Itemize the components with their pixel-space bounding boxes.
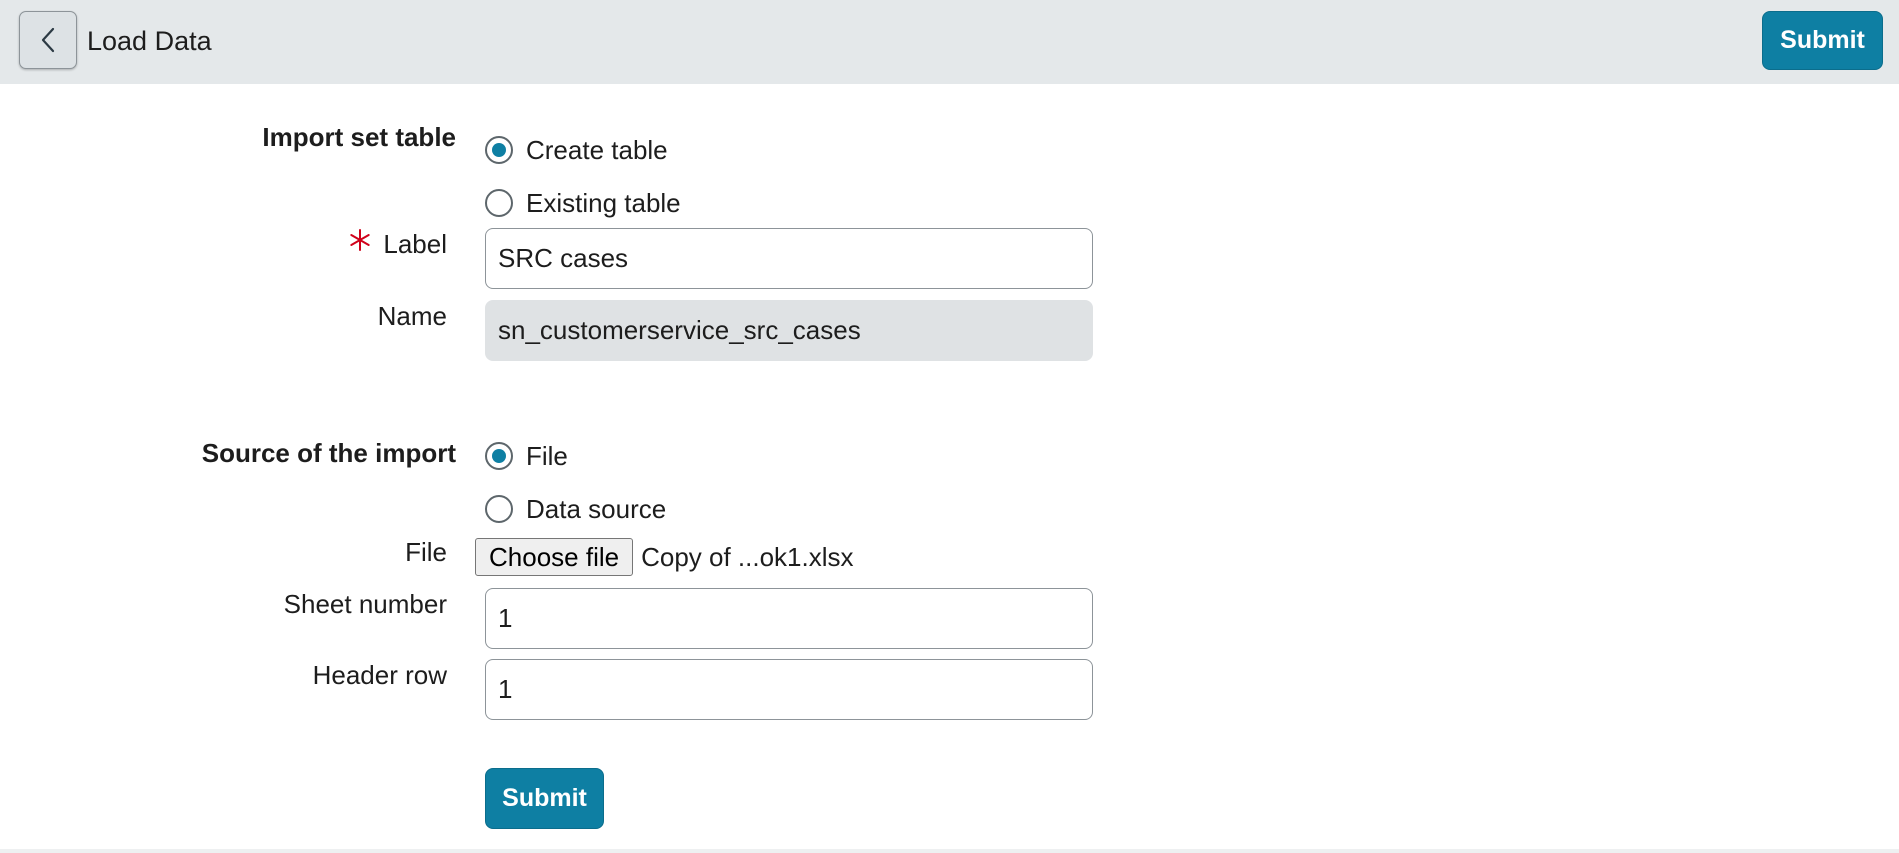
header-row-input[interactable]: 1 bbox=[485, 659, 1093, 720]
file-field-label: File bbox=[405, 537, 447, 567]
bottom-divider bbox=[0, 849, 1899, 853]
header-row-label: Header row bbox=[312, 660, 447, 690]
radio-file-label: File bbox=[526, 441, 568, 471]
name-input: sn_customerservice_src_cases bbox=[485, 300, 1093, 361]
required-asterisk-icon bbox=[350, 229, 370, 251]
source-of-import-label: Source of the import bbox=[201, 438, 456, 468]
label-input[interactable]: SRC cases bbox=[485, 228, 1093, 289]
selected-file-name: Copy of ...ok1.xlsx bbox=[641, 541, 854, 572]
radio-existing-table-label: Existing table bbox=[526, 188, 681, 218]
radio-button-unchecked[interactable] bbox=[485, 495, 513, 523]
form-submit-button[interactable]: Submit bbox=[485, 768, 604, 829]
choose-file-button[interactable]: Choose file bbox=[475, 538, 634, 576]
page-header: Load Data Submit bbox=[0, 0, 1899, 84]
radio-create-table[interactable]: Create table bbox=[485, 134, 668, 166]
import-set-table-label: Import set table bbox=[262, 122, 456, 152]
radio-data-source[interactable]: Data source bbox=[485, 493, 666, 525]
radio-file[interactable]: File bbox=[485, 440, 568, 472]
radio-existing-table[interactable]: Existing table bbox=[485, 187, 681, 219]
page-title: Load Data bbox=[87, 26, 212, 56]
radio-data-source-label: Data source bbox=[526, 494, 667, 524]
radio-button-checked[interactable] bbox=[485, 442, 513, 470]
label-field-label: Label bbox=[383, 229, 447, 259]
sheet-number-input[interactable]: 1 bbox=[485, 588, 1093, 649]
back-button[interactable] bbox=[19, 11, 77, 69]
file-picker: Choose file Copy of ...ok1.xlsx bbox=[475, 538, 854, 576]
radio-button-checked[interactable] bbox=[485, 136, 513, 164]
name-field-label: Name bbox=[377, 301, 447, 331]
chevron-left-icon bbox=[41, 27, 55, 53]
header-submit-button[interactable]: Submit bbox=[1762, 11, 1883, 70]
radio-create-table-label: Create table bbox=[526, 135, 668, 165]
sheet-number-label: Sheet number bbox=[283, 589, 447, 619]
radio-button-unchecked[interactable] bbox=[485, 189, 513, 217]
